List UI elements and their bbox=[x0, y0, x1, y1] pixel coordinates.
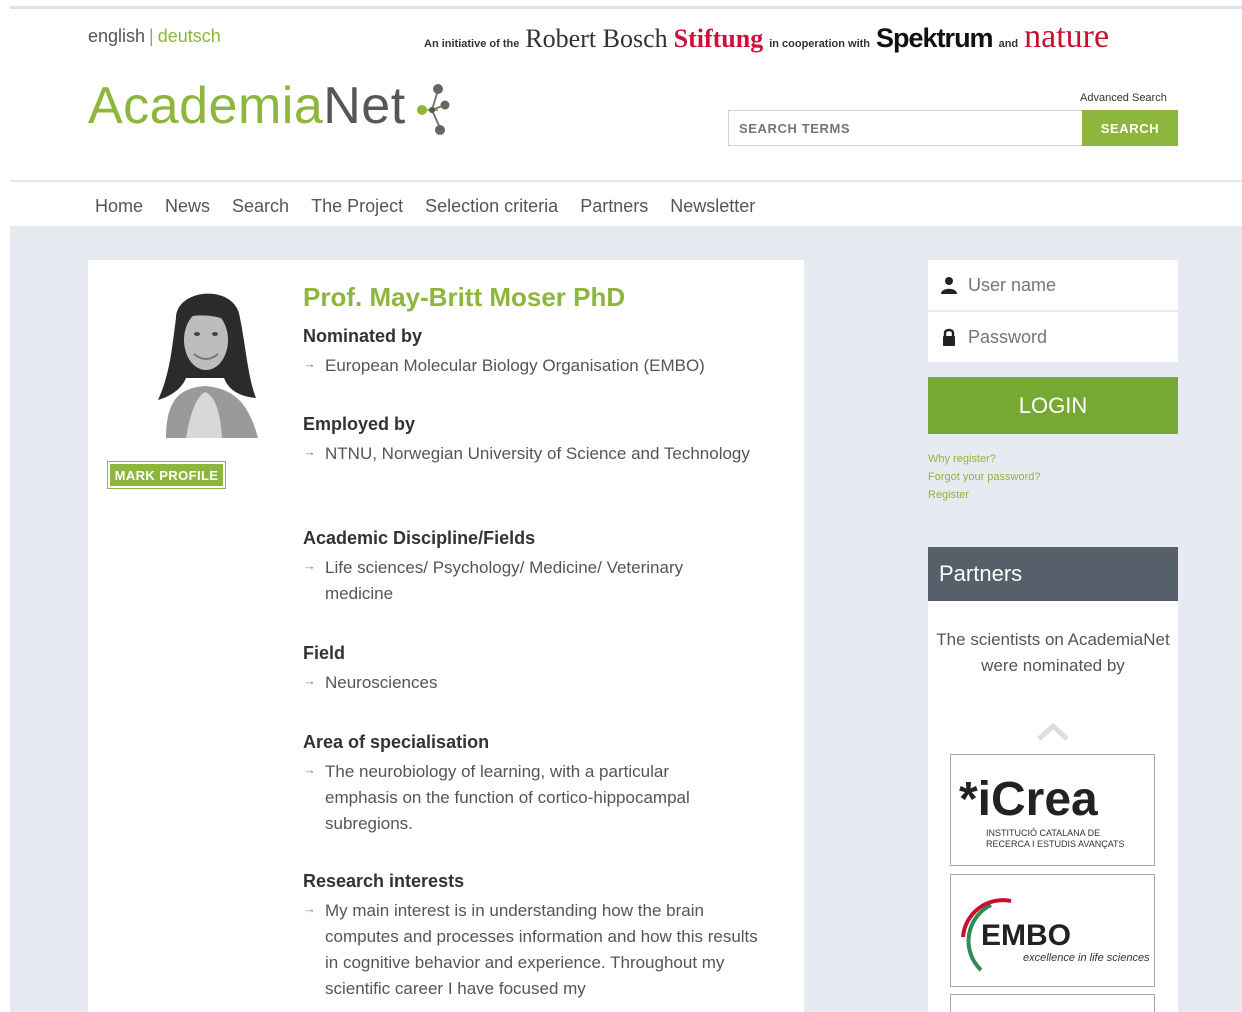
section-value: European Molecular Biology Organisation … bbox=[325, 356, 705, 375]
username-input[interactable] bbox=[968, 274, 1168, 296]
nav-divider bbox=[10, 180, 1242, 182]
nav-search[interactable]: Search bbox=[232, 196, 289, 217]
section-nominated-by: Nominated by → European Molecular Biology… bbox=[303, 326, 783, 379]
stiftung-logo: Stiftung bbox=[673, 24, 764, 53]
search-button[interactable]: SEARCH bbox=[1082, 110, 1178, 146]
partners-heading: Partners bbox=[928, 547, 1178, 601]
nature-logo: nature bbox=[1024, 18, 1110, 55]
username-field[interactable] bbox=[928, 260, 1178, 310]
nav-selection-criteria[interactable]: Selection criteria bbox=[425, 196, 558, 217]
password-field[interactable] bbox=[928, 312, 1178, 362]
arrow-icon: → bbox=[303, 901, 316, 916]
icrea-logo: *iCrea INSTITUCIÓ CATALANA DE RECERCA I … bbox=[959, 773, 1125, 849]
spektrum-logo: Spektrum bbox=[876, 23, 994, 53]
section-value: My main interest is in understanding how… bbox=[325, 901, 758, 998]
initiative-banner: An initiative of the Robert Bosch Stiftu… bbox=[424, 18, 1109, 56]
arrow-icon: → bbox=[303, 762, 316, 777]
login-button[interactable]: LOGIN bbox=[928, 377, 1178, 434]
why-register-link[interactable]: Why register? bbox=[928, 450, 1041, 468]
section-heading: Research interests bbox=[303, 871, 465, 891]
nav-the-project[interactable]: The Project bbox=[311, 196, 403, 217]
user-icon bbox=[941, 277, 957, 294]
section-research-interests: Research interests → My main interest is … bbox=[303, 871, 758, 1002]
chevron-up-icon[interactable] bbox=[1035, 721, 1071, 743]
section-heading: Area of specialisation bbox=[303, 732, 490, 752]
section-heading: Academic Discipline/Fields bbox=[303, 528, 536, 548]
partner-logo-next[interactable] bbox=[950, 994, 1155, 1012]
section-heading: Employed by bbox=[303, 414, 416, 434]
language-switch: english | deutsch bbox=[88, 26, 221, 47]
icrea-line-1: INSTITUCIÓ CATALANA DE bbox=[986, 828, 1100, 838]
profile-name: Prof. May-Britt Moser PhD bbox=[303, 282, 626, 312]
partners-panel: The scientists on AcademiaNet were nomin… bbox=[928, 601, 1178, 1012]
nav-newsletter[interactable]: Newsletter bbox=[670, 196, 755, 217]
cooperation-text: in cooperation with bbox=[769, 38, 871, 50]
section-value: Neurosciences bbox=[325, 673, 438, 692]
section-value: Life sciences/ Psychology/ Medicine/ Vet… bbox=[325, 558, 684, 603]
main-nav: Home News Search The Project Selection c… bbox=[95, 196, 755, 217]
and-text: and bbox=[998, 38, 1019, 50]
section-field: Field → Neurosciences bbox=[303, 643, 783, 696]
icrea-line-2: RECERCA I ESTUDIS AVANÇATS bbox=[986, 839, 1125, 849]
section-academic-discipline: Academic Discipline/Fields → Life science… bbox=[303, 528, 723, 607]
arrow-icon: → bbox=[303, 558, 316, 573]
nav-home[interactable]: Home bbox=[95, 196, 143, 217]
academianet-logo[interactable]: Academia Net bbox=[88, 74, 456, 138]
logo-academia: Academia bbox=[88, 77, 324, 135]
arrow-icon: → bbox=[303, 444, 316, 459]
robert-bosch-logo: Robert Bosch bbox=[525, 24, 668, 53]
section-heading: Nominated by bbox=[303, 326, 423, 346]
forgot-password-link[interactable]: Forgot your password? bbox=[928, 468, 1041, 486]
embo-tagline: excellence in life sciences bbox=[1023, 952, 1150, 964]
partners-description: The scientists on AcademiaNet were nomin… bbox=[936, 630, 1170, 675]
section-area-of-specialisation: Area of specialisation → The neurobiology… bbox=[303, 732, 743, 837]
section-heading: Field bbox=[303, 643, 346, 663]
top-rule bbox=[10, 6, 1242, 9]
account-links: Why register? Forgot your password? Regi… bbox=[928, 450, 1041, 504]
embo-logo: EMBO excellence in life sciences bbox=[961, 898, 1150, 972]
arrow-icon: → bbox=[303, 673, 316, 688]
logo-net: Net bbox=[323, 77, 406, 135]
lang-deutsch[interactable]: deutsch bbox=[158, 26, 221, 46]
register-link[interactable]: Register bbox=[928, 486, 1041, 504]
lang-english[interactable]: english bbox=[88, 26, 145, 46]
lang-separator: | bbox=[149, 26, 154, 46]
arrow-icon: → bbox=[303, 356, 316, 371]
lock-icon bbox=[943, 328, 955, 346]
mark-profile-button[interactable]: MARK PROFILE bbox=[107, 461, 226, 489]
password-input[interactable] bbox=[968, 326, 1168, 348]
profile-photo bbox=[136, 278, 274, 438]
search-input[interactable] bbox=[728, 110, 1083, 146]
section-value: The neurobiology of learning, with a par… bbox=[325, 762, 690, 833]
partner-logo-embo[interactable]: EMBO excellence in life sciences bbox=[950, 874, 1155, 987]
embo-brand-text: EMBO bbox=[981, 919, 1071, 952]
initiative-prefix: An initiative of the bbox=[424, 38, 520, 50]
partner-logo-icrea[interactable]: *iCrea INSTITUCIÓ CATALANA DE RECERCA I … bbox=[950, 754, 1155, 866]
nav-partners[interactable]: Partners bbox=[580, 196, 648, 217]
nav-news[interactable]: News bbox=[165, 196, 210, 217]
molecule-icon bbox=[416, 84, 450, 135]
section-employed-by: Employed by → NTNU, Norwegian University … bbox=[303, 414, 783, 467]
section-value: NTNU, Norwegian University of Science an… bbox=[325, 444, 750, 463]
profile-card: MARK PROFILE Prof. May-Britt Moser PhD N… bbox=[88, 260, 804, 1012]
advanced-search-link[interactable]: Advanced Search bbox=[1080, 92, 1167, 104]
icrea-brand-text: *iCrea bbox=[959, 773, 1098, 826]
